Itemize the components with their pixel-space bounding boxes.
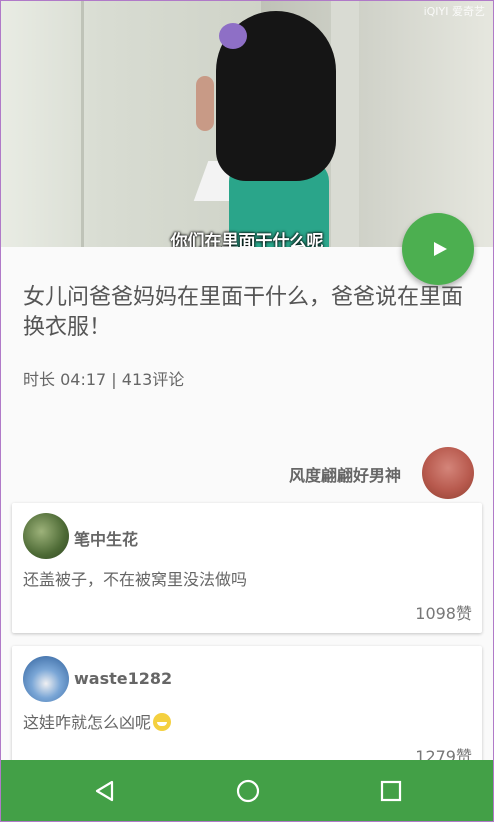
app-frame: iQIYI 爱奇艺 你们在里面干什么呢 女儿问爸爸妈妈在里面干什么，爸爸说在里面… — [0, 0, 494, 822]
video-scene-hand — [196, 76, 214, 131]
comment-card: waste1282 这娃咋就怎么凶呢 1279赞 — [12, 646, 482, 776]
comment-card: 笔中生花 还盖被子，不在被窝里没法做吗 1098赞 — [12, 503, 482, 633]
post-meta: 时长 04:17 | 413评论 — [23, 370, 185, 389]
author-name[interactable]: 风度翩翩好男神 — [289, 462, 401, 486]
nav-home-button[interactable] — [233, 776, 263, 806]
comment-text-row: 这娃咋就怎么凶呢 — [23, 709, 172, 733]
author-avatar[interactable] — [422, 447, 474, 499]
comment-text: 还盖被子，不在被窝里没法做吗 — [23, 570, 248, 589]
video-scene-hairbow — [219, 23, 247, 49]
play-button[interactable] — [402, 213, 474, 285]
commenter-avatar[interactable] — [23, 513, 69, 559]
play-icon — [433, 242, 447, 256]
back-icon — [95, 780, 114, 802]
comment-text: 这娃咋就怎么凶呢 — [23, 713, 152, 732]
post-title: 女儿问爸爸妈妈在里面干什么，爸爸说在里面换衣服！ — [23, 285, 464, 340]
commenter-name[interactable]: 笔中生花 — [74, 526, 138, 550]
commenter-avatar[interactable] — [23, 656, 69, 702]
nav-recent-apps-button[interactable] — [376, 776, 406, 806]
video-scene-panel — [21, 1, 84, 247]
grin-emoji-icon — [153, 713, 172, 731]
video-watermark: iQIYI 爱奇艺 — [423, 5, 485, 18]
recent-apps-icon — [380, 780, 402, 802]
home-icon — [236, 779, 260, 803]
system-navigation-bar — [1, 760, 493, 821]
comment-likes[interactable]: 1098赞 — [415, 600, 472, 624]
commenter-name[interactable]: waste1282 — [74, 669, 172, 688]
video-thumbnail[interactable]: iQIYI 爱奇艺 你们在里面干什么呢 — [1, 1, 493, 247]
nav-back-button[interactable] — [90, 776, 120, 806]
